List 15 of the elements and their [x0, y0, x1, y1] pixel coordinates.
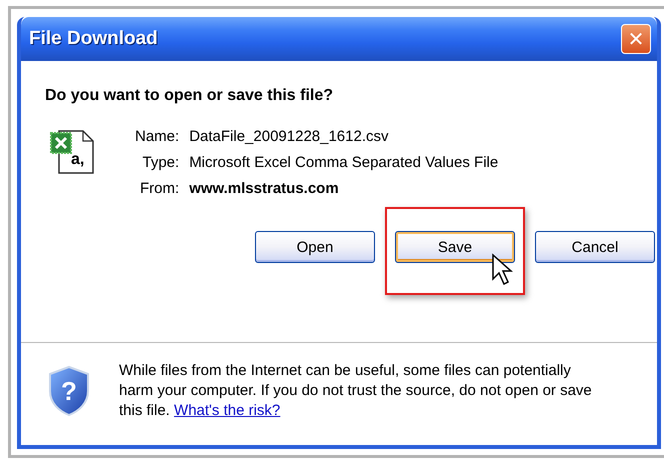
field-label: Name:	[135, 128, 180, 145]
security-shield-icon: ?	[47, 365, 91, 417]
window-title: File Download	[29, 28, 158, 50]
field-value: www.mlsstratus.com	[189, 180, 340, 197]
dialog-button[interactable]: Cancel	[535, 231, 655, 263]
field-value: DataFile_20091228_1612.csv	[189, 128, 390, 145]
dialog-button[interactable]: Open	[255, 231, 375, 263]
mouse-pointer-icon	[491, 253, 513, 285]
risk-link[interactable]: What's the risk?	[174, 402, 280, 419]
field-value: Microsoft Excel Comma Separated Values File	[189, 154, 498, 171]
question-text: Do you want to open or save this file?	[45, 87, 334, 105]
field-label: Type:	[142, 154, 180, 171]
warning-text: While files from the Internet can be useful, some files can potentially harm your computer. If you do not trust the source, do not open or save this file. What's the risk?	[119, 361, 593, 421]
dialog-button[interactable]: Save	[395, 231, 515, 263]
field-label: From:	[139, 180, 180, 197]
